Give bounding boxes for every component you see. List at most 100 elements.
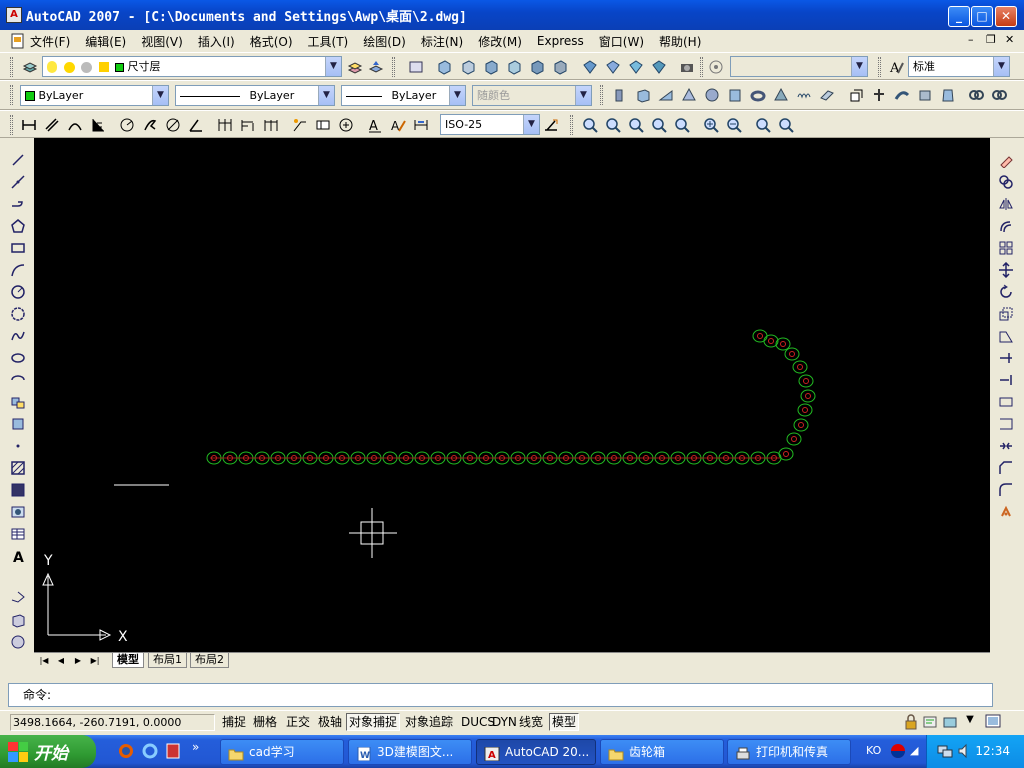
torus-icon[interactable] <box>748 85 768 105</box>
diameter-dimension-icon[interactable] <box>163 115 183 135</box>
last-tab-button[interactable]: ▶| <box>87 654 103 667</box>
cone-icon[interactable] <box>679 85 699 105</box>
chevron-down-icon[interactable]: ▼ <box>449 86 465 105</box>
status-menu-arrow-icon[interactable]: ▼ <box>962 714 978 730</box>
3d-box-icon[interactable] <box>8 610 28 630</box>
chevron-down-icon[interactable]: ▼ <box>993 57 1009 76</box>
text-style-manager-icon[interactable]: A <box>886 57 906 77</box>
ucs-icon[interactable] <box>406 57 426 77</box>
named-views-icon[interactable] <box>706 57 726 77</box>
break-icon[interactable] <box>996 414 1016 434</box>
gradient-icon[interactable] <box>8 480 28 500</box>
chamfer-icon[interactable] <box>996 458 1016 478</box>
media-player-icon[interactable] <box>165 743 181 759</box>
zoom-in-icon[interactable] <box>701 115 721 135</box>
close-button[interactable]: ✕ <box>995 6 1017 27</box>
top-view-icon[interactable] <box>434 57 454 77</box>
zoom-object-icon[interactable] <box>672 115 692 135</box>
zoom-extents-icon[interactable] <box>776 115 796 135</box>
mirror-icon[interactable] <box>996 194 1016 214</box>
ortho-toggle[interactable]: 正交 <box>283 713 313 731</box>
revision-cloud-icon[interactable] <box>8 304 28 324</box>
right-view-icon[interactable] <box>504 57 524 77</box>
se-isometric-icon[interactable] <box>603 57 623 77</box>
task-3d-modeling-doc[interactable]: W 3D建模图文... <box>348 739 472 765</box>
start-button[interactable]: 开始 <box>0 735 96 768</box>
toolbar-grip[interactable] <box>10 57 13 77</box>
angular-dimension-icon[interactable] <box>186 115 206 135</box>
center-mark-icon[interactable] <box>336 115 356 135</box>
chevron-down-icon[interactable]: ▼ <box>325 57 341 76</box>
model-toggle[interactable]: 模型 <box>549 713 580 731</box>
union-icon[interactable] <box>966 85 986 105</box>
toolbar-grip[interactable] <box>392 57 395 77</box>
menu-dimension[interactable]: 标注(N) <box>421 33 463 50</box>
erase-icon[interactable] <box>996 150 1016 170</box>
revolve-icon[interactable] <box>915 85 935 105</box>
task-cad-study[interactable]: cad学习 <box>220 739 344 765</box>
tab-layout2[interactable]: 布局2 <box>190 653 229 668</box>
rectangle-icon[interactable] <box>8 238 28 258</box>
dimension-style-manager-icon[interactable] <box>541 115 561 135</box>
array-icon[interactable] <box>996 238 1016 258</box>
next-tab-button[interactable]: ▶ <box>70 654 86 667</box>
pyramid-icon[interactable] <box>771 85 791 105</box>
chevron-down-icon[interactable]: ▼ <box>523 115 539 134</box>
menu-view[interactable]: 视图(V) <box>141 33 183 50</box>
baseline-dimension-icon[interactable] <box>238 115 258 135</box>
autocad-app-icon[interactable]: A <box>6 7 22 23</box>
ellipse-icon[interactable] <box>8 348 28 368</box>
construction-line-icon[interactable] <box>8 172 28 192</box>
toolbar-grip[interactable] <box>10 85 13 105</box>
make-object-layer-current-icon[interactable] <box>345 57 365 77</box>
ime-indicator[interactable]: KO <box>866 744 881 757</box>
volume-icon[interactable] <box>957 743 973 759</box>
line-icon[interactable] <box>8 150 28 170</box>
3d-polyline-icon[interactable] <box>8 586 28 606</box>
quick-launch-more-icon[interactable]: » <box>192 740 199 754</box>
presspull-icon[interactable] <box>869 85 889 105</box>
fillet-icon[interactable] <box>996 480 1016 500</box>
linear-dimension-icon[interactable] <box>19 115 39 135</box>
helix-icon[interactable] <box>794 85 814 105</box>
insert-block-icon[interactable] <box>8 392 28 412</box>
loft-icon[interactable] <box>938 85 958 105</box>
ne-isometric-icon[interactable] <box>626 57 646 77</box>
zoom-all-icon[interactable] <box>753 115 773 135</box>
jogged-dimension-icon[interactable] <box>140 115 160 135</box>
menu-help[interactable]: 帮助(H) <box>659 33 701 50</box>
3d-sphere-icon[interactable] <box>8 632 28 652</box>
chevron-down-icon[interactable]: ▼ <box>851 57 867 76</box>
polar-toggle[interactable]: 极轴 <box>315 713 345 731</box>
ellipse-arc-icon[interactable] <box>8 370 28 390</box>
task-autocad[interactable]: A AutoCAD 20... <box>476 739 596 765</box>
subtract-icon[interactable] <box>989 85 1009 105</box>
point-icon[interactable] <box>8 436 28 456</box>
tab-model[interactable]: 模型 <box>112 653 144 668</box>
continue-dimension-icon[interactable] <box>261 115 281 135</box>
quick-dimension-icon[interactable] <box>215 115 235 135</box>
first-tab-button[interactable]: |◀ <box>36 654 52 667</box>
text-style-dropdown[interactable]: 标准 ▼ <box>908 56 1010 77</box>
multiline-text-icon[interactable]: A <box>8 546 28 566</box>
otrack-toggle[interactable]: 对象追踪 <box>402 713 456 731</box>
communication-center-icon[interactable] <box>922 714 938 730</box>
command-line[interactable]: 命令: <box>8 683 993 707</box>
task-printers-faxes[interactable]: 打印机和传真 <box>727 739 851 765</box>
lineweight-dropdown[interactable]: ByLayer ▼ <box>341 85 466 106</box>
arc-icon[interactable] <box>8 260 28 280</box>
ordinate-dimension-icon[interactable] <box>88 115 108 135</box>
stretch-icon[interactable] <box>996 326 1016 346</box>
dimension-edit-icon[interactable]: A <box>365 115 385 135</box>
scale-icon[interactable] <box>996 304 1016 324</box>
menu-express[interactable]: Express <box>537 34 584 48</box>
osnap-toggle[interactable]: 对象捕捉 <box>346 713 401 731</box>
maximize-button[interactable]: □ <box>971 6 993 27</box>
clean-screen-icon[interactable] <box>985 713 1001 729</box>
drawing-canvas[interactable]: X Y <box>34 138 990 652</box>
ime-mode-icon[interactable] <box>890 743 906 759</box>
menu-format[interactable]: 格式(O) <box>250 33 293 50</box>
copy-icon[interactable] <box>996 172 1016 192</box>
wedge-icon[interactable] <box>656 85 676 105</box>
lineweight-toggle[interactable]: 线宽 <box>516 713 546 731</box>
